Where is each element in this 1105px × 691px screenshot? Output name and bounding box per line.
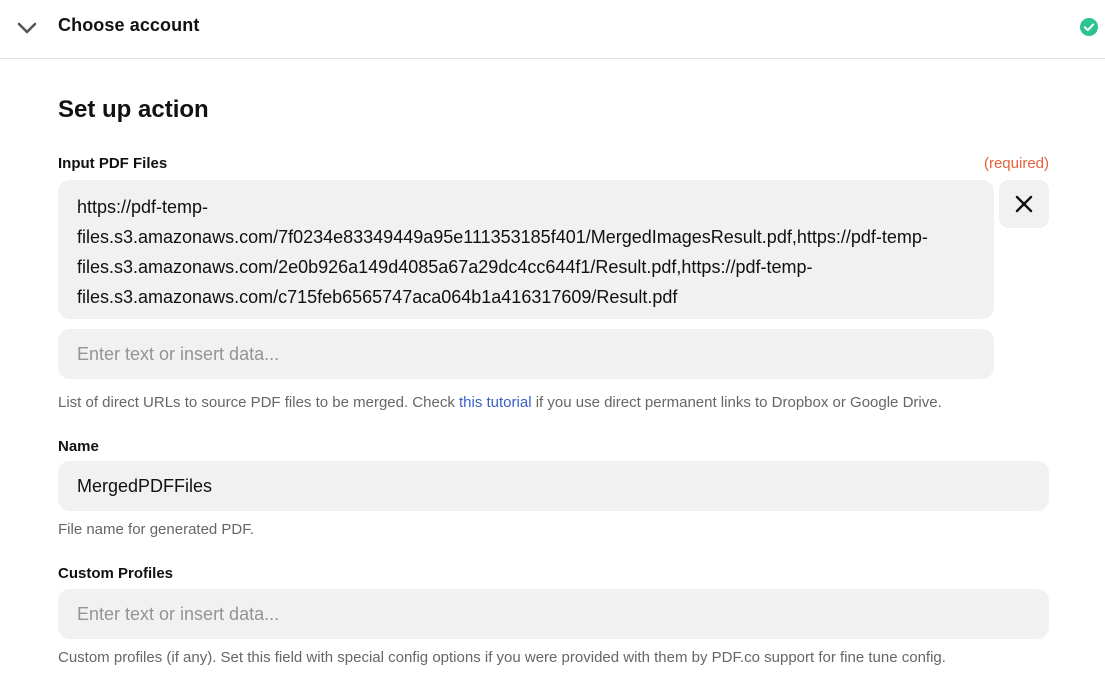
input-pdf-files-help: List of direct URLs to source PDF files … — [58, 394, 942, 411]
url-line: https://pdf-temp- — [77, 197, 209, 217]
input-pdf-files-extra-input[interactable]: Enter text or insert data... — [58, 329, 994, 379]
help-text: List of direct URLs to source PDF files … — [58, 394, 459, 411]
placeholder-text: Enter text or insert data... — [77, 603, 280, 624]
name-help: File name for generated PDF. — [58, 521, 254, 538]
custom-profiles-input[interactable]: Enter text or insert data... — [58, 589, 1049, 639]
input-pdf-files-label: Input PDF Files — [58, 155, 168, 172]
name-input[interactable]: MergedPDFFiles — [58, 461, 1049, 511]
chevron-down-icon[interactable] — [16, 17, 38, 39]
placeholder-text: Enter text or insert data... — [77, 343, 280, 364]
close-icon — [1015, 195, 1033, 213]
url-line: files.s3.amazonaws.com/c715feb6565747aca… — [77, 287, 678, 307]
name-label: Name — [58, 438, 99, 455]
check-circle-icon — [1080, 18, 1098, 36]
required-label: (required) — [983, 155, 1049, 172]
input-pdf-files-field[interactable]: https://pdf-temp- files.s3.amazonaws.com… — [58, 180, 994, 319]
custom-profiles-label: Custom Profiles — [58, 565, 174, 582]
url-line: files.s3.amazonaws.com/2e0b926a149d4085a… — [77, 257, 813, 277]
header-title: Choose account — [58, 15, 200, 35]
tutorial-link[interactable]: this tutorial — [459, 394, 532, 411]
url-line: files.s3.amazonaws.com/7f0234e83349449a9… — [77, 227, 928, 247]
section-title: Set up action — [58, 96, 209, 123]
clear-input-button[interactable] — [999, 180, 1049, 228]
choose-account-header[interactable]: Choose account — [0, 0, 1105, 59]
custom-profiles-help: Custom profiles (if any). Set this field… — [58, 649, 946, 666]
name-value: MergedPDFFiles — [77, 475, 213, 496]
help-text: if you use direct permanent links to Dro… — [531, 394, 942, 411]
